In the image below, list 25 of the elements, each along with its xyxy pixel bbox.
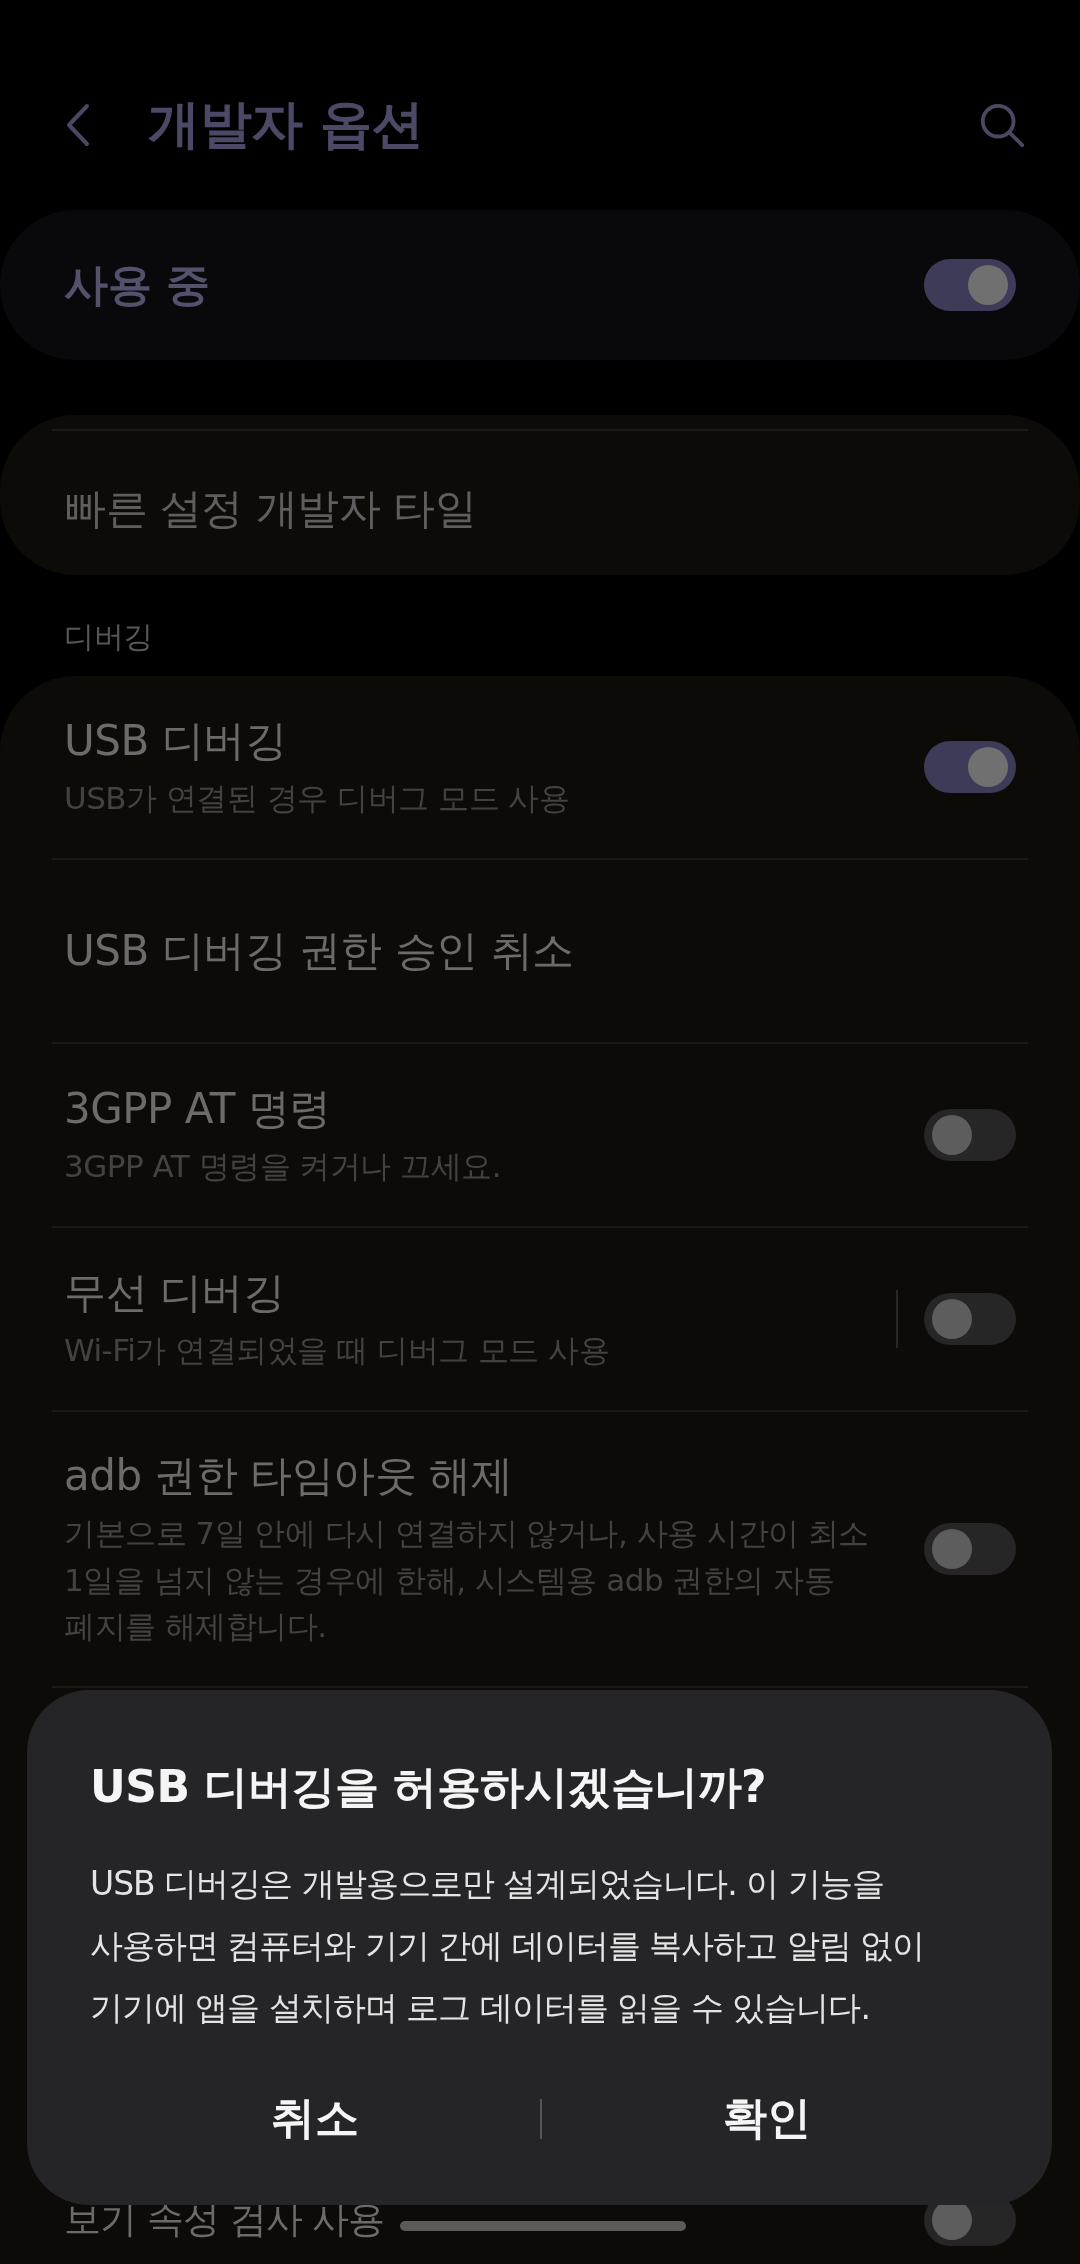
screen-title: 개발자 옵션	[148, 93, 425, 156]
setting-title: 3GPP AT 명령	[64, 1082, 332, 1135]
setting-title: USB 디버깅 권한 승인 취소	[64, 925, 575, 977]
setting-title: 빠른 설정 개발자 타일	[63, 483, 478, 535]
setting-summary: USB가 연결된 경우 디버그 모드 사용	[64, 778, 571, 818]
setting-title: 보기 속성 검사 사용	[64, 2196, 385, 2243]
search-icon[interactable]	[978, 101, 1026, 149]
switch-label: 사용 중	[64, 257, 210, 312]
setting-title: USB 디버깅	[64, 714, 288, 767]
toggle-switch[interactable]	[924, 1293, 1016, 1345]
toggle-switch[interactable]	[924, 1522, 1016, 1575]
section-title: 디버깅	[64, 618, 154, 656]
dialog-button[interactable]: 취소	[90, 2079, 540, 2158]
setting-title: 무선 디버깅	[64, 1266, 286, 1319]
setting-summary: 기본으로 7일 안에 다시 연결하지 않거나, 사용 시간이 최소 1일을 넘지 않는 경우에 한해, 시스템용 adb 권한의 자동 폐지를 해제합니다.	[64, 1514, 870, 1646]
toggle-switch[interactable]	[924, 741, 1016, 793]
dialog-title: USB 디버깅을 허용하시겠습니까?	[90, 1760, 768, 1814]
setting-summary: 3GPP AT 명령을 켜거나 끄세요.	[64, 1146, 503, 1186]
dialog-message: USB 디버깅은 개발용으로만 설계되었습니다. 이 기능을 사용하면 컴퓨터와 기기 간에 데이터를 복사하고 알림 없이 기기에 앱을 설치하며 로그 데이터를 읽을 수 있습니다.	[90, 1863, 926, 2029]
toggle-switch[interactable]	[924, 1109, 1016, 1161]
toggle-switch[interactable]	[924, 259, 1016, 311]
dialog-button[interactable]: 확인	[542, 2079, 992, 2158]
setting-title: adb 권한 타임아웃 해제	[64, 1450, 514, 1502]
setting-summary: Wi-Fi가 연결되었을 때 디버그 모드 사용	[64, 1330, 611, 1370]
back-icon[interactable]	[66, 103, 90, 147]
